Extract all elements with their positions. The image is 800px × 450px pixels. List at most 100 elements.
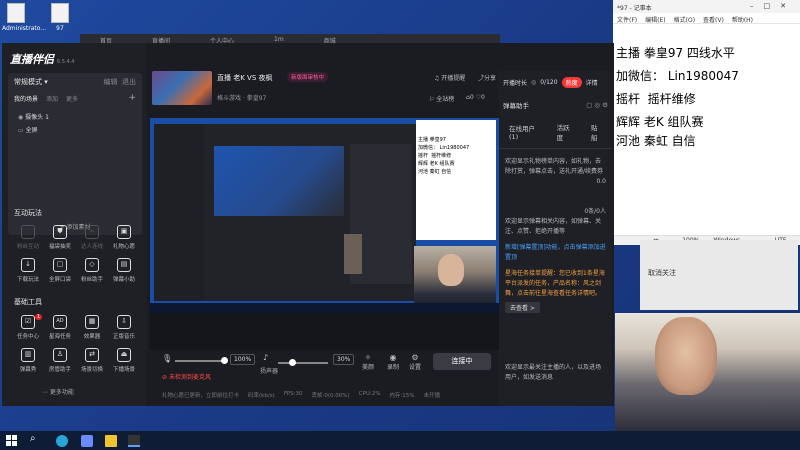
source-fullscreen[interactable]: ▭ 全屏 <box>18 124 132 137</box>
tool-room-admin[interactable]: ♙ 房管助手 <box>44 348 76 373</box>
menu-file[interactable]: 文件(F) <box>617 15 637 24</box>
stream-category[interactable]: 格斗游戏 · 拳皇97 <box>217 93 266 102</box>
notepad-text-area[interactable]: 主播 拳皇97 四线水平 加微信： Lin1980047 摇杆 摇杆维修 辉辉 老K … <box>613 24 800 151</box>
tool-pocket[interactable]: ▢ 全屏口袋 <box>44 258 76 283</box>
source-camera[interactable]: ◉ 摄像头 1 <box>18 111 132 124</box>
tool-effects[interactable]: ▦ 效果器 <box>76 315 108 340</box>
menu-edit[interactable]: 编辑(E) <box>645 15 665 24</box>
speaker-icon[interactable]: ♪ <box>263 353 268 362</box>
tab-my-scenes[interactable]: 我的场景 <box>14 94 38 103</box>
window-controls[interactable]: –□✕ <box>750 2 796 10</box>
status-tip[interactable]: 礼物心愿已更新，立即前往打卡 <box>162 391 239 402</box>
connect-button[interactable]: 连接中 <box>433 353 491 370</box>
slider-knob[interactable] <box>289 359 296 366</box>
tool-label: 任务中心 <box>16 334 39 340</box>
ranking-label: 全站榜 <box>436 96 455 103</box>
record-button[interactable]: ◉ 录制 <box>387 353 399 371</box>
tool-label: 星海任务 <box>48 334 71 340</box>
stream-cover-thumbnail[interactable] <box>152 71 212 105</box>
ad-icon: AD <box>53 315 67 329</box>
speaker-volume-value[interactable]: 30% <box>333 354 355 365</box>
feature-tip[interactable]: 新增[弹幕置顶]功能，点击弹幕添加进置顶 <box>505 243 606 263</box>
tool-connect[interactable]: ∞ 达人连线 <box>76 225 108 250</box>
notepad-line: 辉辉 老K 组队赛 <box>616 115 704 129</box>
tool-label: 弹幕秀 <box>19 367 37 373</box>
tab-online-users[interactable]: 在线用户(1) <box>509 123 539 141</box>
admin-icon: ♙ <box>53 348 67 362</box>
notepad-menubar: 文件(F) 编辑(E) 格式(O) 查看(V) 帮助(H) <box>613 13 800 24</box>
speaker-label: 扬声器 <box>260 368 279 375</box>
panel-tool-icons[interactable]: ▢ ◎ ⚙ <box>586 101 608 109</box>
tool-download[interactable]: ↓ 下载玩法 <box>12 258 44 283</box>
chat-icon: ▤ <box>117 258 131 272</box>
tool-danmu-assist[interactable]: ▤ 弹幕小助 <box>108 258 140 283</box>
tab-add-scene[interactable]: 添加 <box>46 94 58 103</box>
tool-fan-interact[interactable]: ♡ 粉丝互动 <box>12 225 44 250</box>
mic-volume-value[interactable]: 100% <box>230 354 256 365</box>
menu-format[interactable]: 格式(O) <box>674 15 695 24</box>
gear-icon: ⚙ <box>411 353 419 362</box>
search-icon[interactable]: ⌕ <box>30 433 42 445</box>
switch-icon: ⇄ <box>85 348 99 362</box>
captured-notepad: 主播 拳皇97 加微信： Lin1980047 摇杆 摇杆维修 辉辉 老K 组队赛 河池… <box>416 120 496 240</box>
app-icon[interactable] <box>81 435 93 447</box>
tool-end-scene[interactable]: ⏏ 下播场景 <box>108 348 140 373</box>
streamer-face <box>438 254 464 286</box>
windows-start-icon[interactable] <box>6 435 18 447</box>
menu-help[interactable]: 帮助(H) <box>732 15 753 24</box>
edge-icon[interactable] <box>56 435 68 447</box>
captured-line: 辉辉 老K 组队赛 <box>418 161 455 167</box>
effect-icon: ▦ <box>85 315 99 329</box>
reminder-button[interactable]: ♫ 开播提醒 <box>434 73 465 82</box>
settings-button[interactable]: ⚙ 设置 <box>409 353 421 371</box>
go-view-button[interactable]: 去查看 > <box>505 302 540 313</box>
tool-fan-assist[interactable]: ◇ 粉丝助手 <box>76 258 108 283</box>
menu-view[interactable]: 查看(V) <box>703 15 724 24</box>
memory-usage: 内存:15% <box>389 393 415 399</box>
tool-danmu-show[interactable]: ▥ 弹幕秀 <box>12 348 44 373</box>
mic-volume-slider[interactable] <box>175 357 228 364</box>
heart-icon: ♡ <box>21 225 35 239</box>
tab-boat[interactable]: 贴船 <box>591 122 602 142</box>
slider-knob[interactable] <box>221 357 228 364</box>
desktop-icon-label: 97 <box>56 25 64 32</box>
desktop-icon-admin[interactable]: Administrato... <box>2 3 46 32</box>
source-label: 全屏 <box>25 127 38 134</box>
left-sidebar: 直播伴侣 6.5.4.4 常规模式 ▾ 编辑 退出 我的场景 添加 更多 + ◉ … <box>2 43 147 406</box>
stream-title[interactable]: 直播 老K VS 夜枫 <box>217 73 273 83</box>
mic-icon[interactable]: 🎙 <box>162 354 172 363</box>
notification-text[interactable]: 取消关注 <box>648 268 676 278</box>
monitor-icon: ▭ <box>18 127 24 134</box>
more-functions-button[interactable]: ⋯ 更多功能 <box>42 387 74 396</box>
folder-icon[interactable] <box>105 435 117 447</box>
tool-star-task[interactable]: AD 1 星海任务 <box>35 314 76 340</box>
notepad-window[interactable]: *97 - 记事本 –□✕ 文件(F) 编辑(E) 格式(O) 查看(V) 帮助… <box>613 0 800 253</box>
count-value: 0 <box>480 94 485 101</box>
beauty-button[interactable]: ✧ 美颜 <box>362 353 374 371</box>
edit-button[interactable]: 编辑 <box>104 78 118 86</box>
hot-badge: 热度 <box>561 77 582 88</box>
exit-button[interactable]: 退出 <box>122 78 136 86</box>
speaker-volume-slider[interactable] <box>278 359 328 366</box>
share-button[interactable]: ⤴分享 <box>478 73 496 82</box>
webcam-overlay[interactable] <box>414 246 496 310</box>
live-preview[interactable]: 主播 拳皇97 加微信： Lin1980047 摇杆 摇杆维修 辉辉 老K 组队赛 河池… <box>150 118 499 350</box>
gift-icon: ▣ <box>117 225 131 239</box>
desktop-icon-97[interactable]: 97 <box>46 3 74 32</box>
notepad-titlebar: *97 - 记事本 –□✕ <box>613 0 800 13</box>
scene-mode-dropdown[interactable]: 常规模式 ▾ <box>14 77 48 87</box>
cpu-usage: CPU:2% <box>358 391 381 397</box>
detail-link[interactable]: 详情 <box>586 78 598 87</box>
tool-gift-wish[interactable]: ▣ 礼物心愿 <box>108 225 140 250</box>
tool-lucky-bag[interactable]: ⛊ 福袋抽奖 <box>44 225 76 250</box>
tab-activity[interactable]: 活跃度 <box>557 122 573 142</box>
tool-music[interactable]: ⇩ 正版音乐 <box>108 315 140 340</box>
app-name: 直播伴侣 <box>10 53 54 66</box>
add-scene-icon[interactable]: + <box>128 93 136 103</box>
tab-more-scenes[interactable]: 更多 <box>66 94 78 103</box>
live-companion-window[interactable]: 直播伴侣 6.5.4.4 常规模式 ▾ 编辑 退出 我的场景 添加 更多 + ◉ … <box>2 43 614 406</box>
diamond-icon: ◇ <box>85 258 99 272</box>
live-companion-taskbar-icon[interactable] <box>128 435 140 447</box>
ranking-button[interactable]: ⚐ 全站榜 <box>429 94 454 103</box>
tool-scene-switch[interactable]: ⇄ 场景切换 <box>76 348 108 373</box>
